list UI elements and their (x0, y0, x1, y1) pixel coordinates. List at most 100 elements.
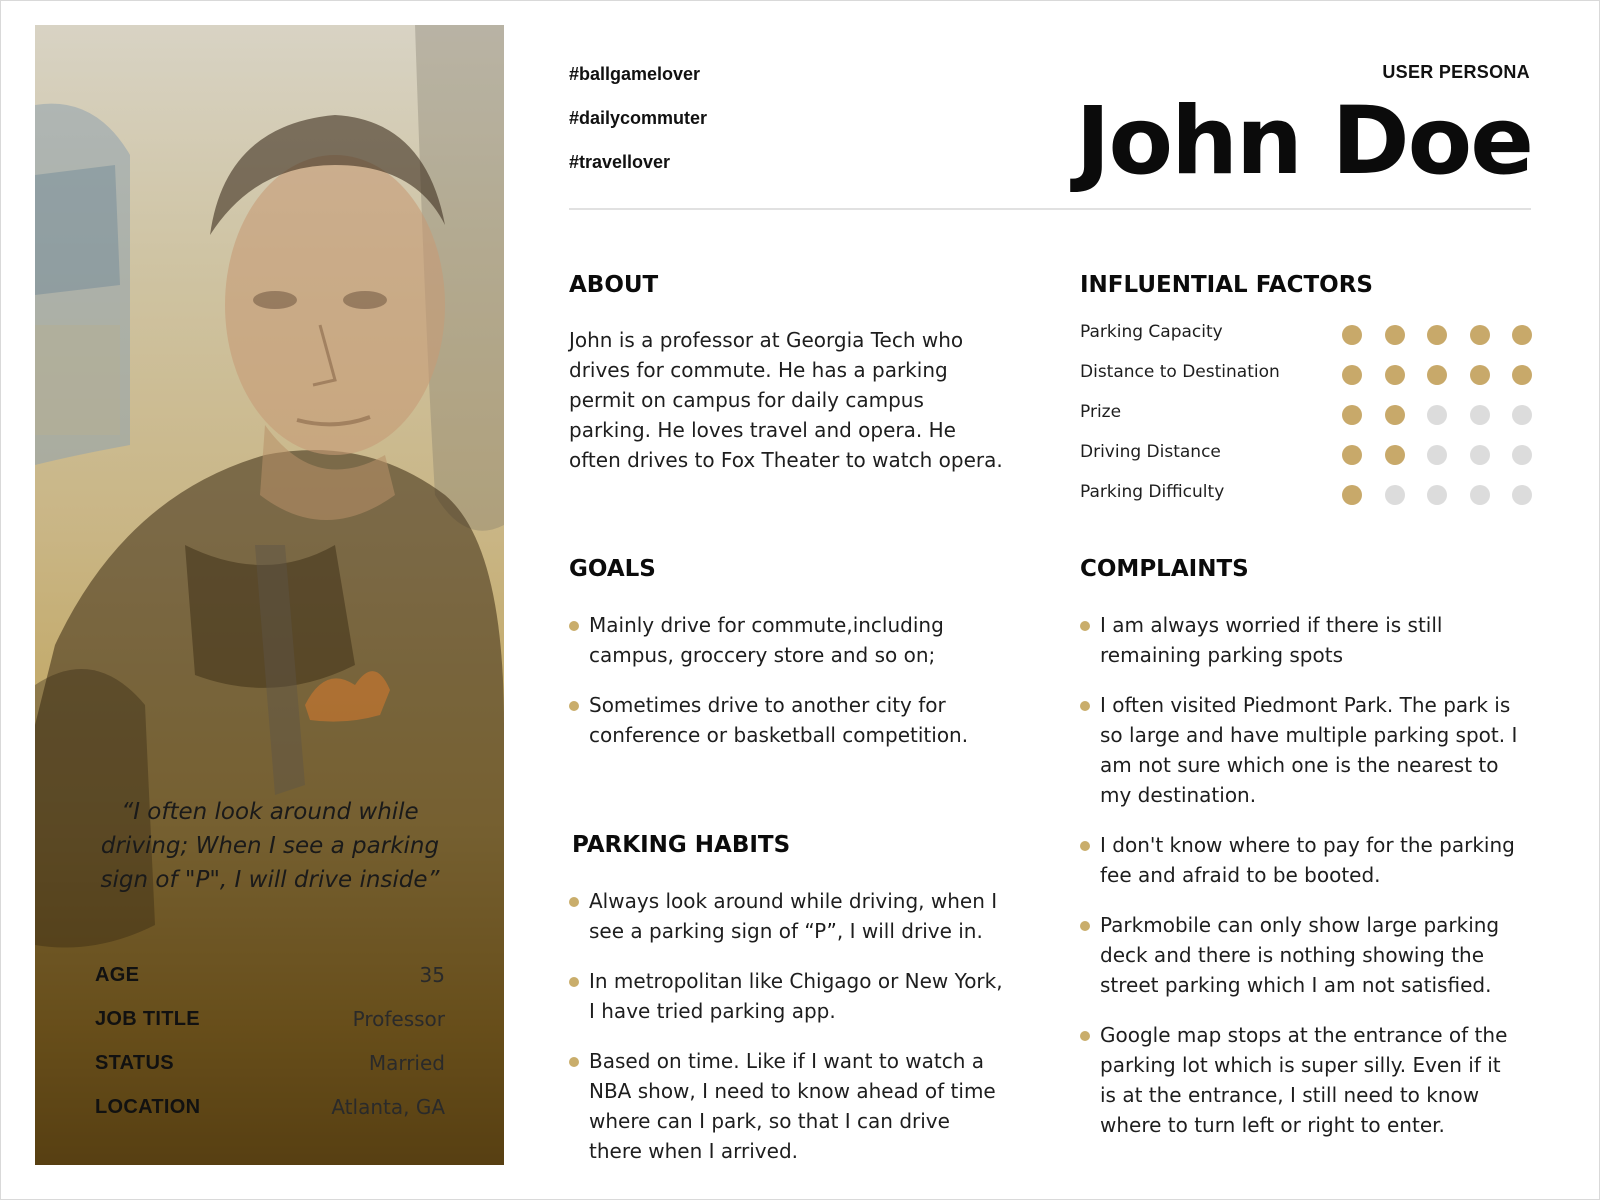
bullet-dot (1080, 701, 1090, 711)
about-text: John is a professor at Georgia Tech who … (569, 328, 1003, 472)
rating-dot-filled (1469, 365, 1490, 385)
rating-dot-empty (1469, 405, 1490, 425)
fact-label: LOCATION (95, 1095, 201, 1118)
rating-dot-empty (1384, 485, 1405, 505)
hashtag: #dailycommuter (569, 108, 708, 128)
factor-row: Parking Difficulty (1080, 476, 1532, 516)
bullet-dot (569, 621, 579, 631)
list-item: In metropolitan like Chigago or New York… (569, 966, 1009, 1026)
list-item: Google map stops at the entrance of the … (1080, 1020, 1520, 1140)
list-item: I don't know where to pay for the parkin… (1080, 830, 1520, 890)
rating-dot-empty (1512, 445, 1532, 465)
rating-dot-empty (1427, 405, 1447, 425)
rating-dot-filled (1469, 325, 1490, 345)
factor-row: Parking Capacity (1080, 316, 1532, 356)
rating-dot-filled (1384, 325, 1405, 345)
bullet-dot (569, 897, 579, 907)
rating-dot-empty (1469, 445, 1490, 465)
factor-rating (1320, 405, 1532, 425)
rating-dot-empty (1469, 485, 1490, 505)
rating-dot-filled (1384, 365, 1405, 385)
fact-age: AGE 35 (95, 953, 445, 997)
list-item: Always look around while driving, when I… (569, 886, 1009, 946)
persona-name: John Doe (1075, 87, 1534, 196)
goals-list: Mainly drive for commute,including campu… (569, 610, 989, 770)
factor-rating (1320, 325, 1532, 345)
rating-dot-filled (1342, 365, 1362, 385)
header-divider (569, 208, 1531, 210)
fact-value: Married (368, 1051, 445, 1075)
factor-label: Distance to Destination (1080, 362, 1280, 382)
hashtag: #travellover (569, 152, 671, 172)
rating-dot-filled (1342, 445, 1362, 465)
factor-rating (1320, 445, 1532, 465)
persona-photo-panel: “I often look around while driving; When… (35, 25, 504, 1165)
habit-text: Always look around while driving, when I… (589, 889, 998, 943)
list-item: I am always worried if there is still re… (1080, 610, 1520, 670)
complaint-text: I often visited Piedmont Park. The park … (1100, 693, 1518, 807)
rating-dot-empty (1427, 485, 1447, 505)
list-item: Mainly drive for commute,including campu… (569, 610, 989, 670)
persona-quote: “I often look around while driving; When… (100, 799, 440, 893)
rating-dot-filled (1512, 325, 1532, 345)
factor-label: Parking Capacity (1080, 322, 1223, 342)
persona-facts: AGE 35 JOB TITLE Professor STATUS Marrie… (95, 953, 445, 1129)
factor-label: Prize (1080, 402, 1122, 422)
factor-label: Parking Difficulty (1080, 482, 1225, 502)
hashtag: #ballgamelover (569, 64, 701, 84)
list-item: Sometimes drive to another city for conf… (569, 690, 989, 750)
factor-row: Driving Distance (1080, 436, 1532, 476)
habits-list: Always look around while driving, when I… (569, 886, 1009, 1186)
bullet-dot (1080, 621, 1090, 631)
list-item: Parkmobile can only show large parking d… (1080, 910, 1520, 1000)
rating-dot-filled (1384, 445, 1405, 465)
habit-text: In metropolitan like Chigago or New York… (589, 969, 1003, 1023)
habits-title: PARKING HABITS (572, 832, 791, 858)
rating-dot-filled (1342, 405, 1362, 425)
factor-label: Driving Distance (1080, 442, 1221, 462)
list-item: I often visited Piedmont Park. The park … (1080, 690, 1520, 810)
factor-rating (1320, 485, 1532, 505)
fact-label: JOB TITLE (95, 1007, 200, 1030)
rating-dot-empty (1512, 405, 1532, 425)
fact-value: Atlanta, GA (331, 1095, 445, 1119)
bullet-dot (1080, 921, 1090, 931)
goal-text: Mainly drive for commute,including campu… (589, 613, 944, 667)
factor-row: Prize (1080, 396, 1532, 436)
rating-dot-filled (1427, 365, 1447, 385)
bullet-dot (1080, 841, 1090, 851)
rating-dot-filled (1512, 365, 1532, 385)
factors-title: INFLUENTIAL FACTORS (1080, 272, 1373, 298)
rating-dot-filled (1342, 325, 1362, 345)
goals-title: GOALS (569, 556, 656, 582)
bullet-dot (569, 977, 579, 987)
rating-dot-filled (1384, 405, 1405, 425)
fact-label: STATUS (95, 1051, 174, 1074)
rating-dot-empty (1427, 445, 1447, 465)
fact-status: STATUS Married (95, 1041, 445, 1085)
rating-dot-filled (1342, 485, 1362, 505)
list-item: Based on time. Like if I want to watch a… (569, 1046, 1009, 1166)
complaints-title: COMPLAINTS (1080, 556, 1249, 582)
fact-value: 35 (419, 963, 445, 987)
factors-list: Parking Capacity Distance to Destination… (1080, 316, 1532, 516)
complaint-text: Google map stops at the entrance of the … (1100, 1023, 1508, 1137)
goal-text: Sometimes drive to another city for conf… (589, 693, 969, 747)
complaints-list: I am always worried if there is still re… (1080, 610, 1520, 1160)
habit-text: Based on time. Like if I want to watch a… (589, 1049, 996, 1163)
bullet-dot (569, 1057, 579, 1067)
fact-value: Professor (352, 1007, 445, 1031)
factor-row: Distance to Destination (1080, 356, 1532, 396)
rating-dot-filled (1427, 325, 1447, 345)
fact-job-title: JOB TITLE Professor (95, 997, 445, 1041)
persona-label: USER PERSONA (1382, 62, 1530, 82)
complaint-text: Parkmobile can only show large parking d… (1100, 913, 1500, 997)
factor-rating (1320, 365, 1532, 385)
hashtag-list: #ballgamelover #dailycommuter #travellov… (569, 60, 707, 192)
fact-label: AGE (95, 963, 140, 986)
rating-dot-empty (1512, 485, 1532, 505)
complaint-text: I am always worried if there is still re… (1100, 613, 1443, 667)
fact-location: LOCATION Atlanta, GA (95, 1085, 445, 1129)
bullet-dot (1080, 1031, 1090, 1041)
bullet-dot (569, 701, 579, 711)
